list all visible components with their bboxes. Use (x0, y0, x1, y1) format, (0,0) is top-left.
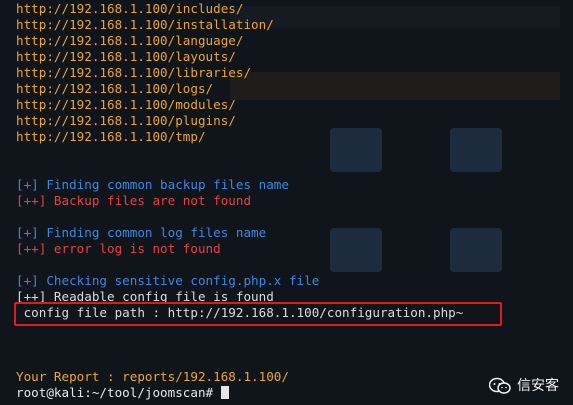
terminal-line: http://192.168.1.100/installation/ (16, 17, 274, 32)
shell-prompt: root@kali:~/tool/joomscan# (16, 385, 221, 400)
terminal-line: [++] Backup files are not found (16, 193, 252, 208)
terminal-line: http://192.168.1.100/modules/ (16, 97, 236, 112)
wechat-icon (489, 377, 511, 394)
terminal-line: [+] Checking sensitive config.php.x file (16, 273, 320, 288)
terminal-line: http://192.168.1.100/libraries/ (16, 65, 252, 80)
watermark: 信安客 (489, 377, 559, 395)
terminal-line: [+] Finding common log files name (16, 225, 267, 240)
terminal-line: http://192.168.1.100/tmp/ (16, 129, 206, 144)
watermark-text: 信安客 (517, 378, 559, 394)
terminal-line: http://192.168.1.100/plugins/ (16, 113, 236, 128)
terminal-output: http://192.168.1.100/includes/http://192… (16, 1, 573, 401)
terminal-line: http://192.168.1.100/includes/ (16, 1, 244, 16)
terminal-window[interactable]: http://192.168.1.100/includes/http://192… (0, 0, 573, 405)
terminal-line: [+] Finding common backup files name (16, 177, 289, 192)
terminal-line: [++] error log is not found (16, 241, 221, 256)
text-cursor (220, 386, 229, 399)
terminal-line: http://192.168.1.100/layouts/ (16, 49, 236, 64)
config-path-highlight-box (14, 302, 502, 326)
terminal-line: http://192.168.1.100/logs/ (16, 81, 214, 96)
terminal-line: http://192.168.1.100/language/ (16, 33, 244, 48)
